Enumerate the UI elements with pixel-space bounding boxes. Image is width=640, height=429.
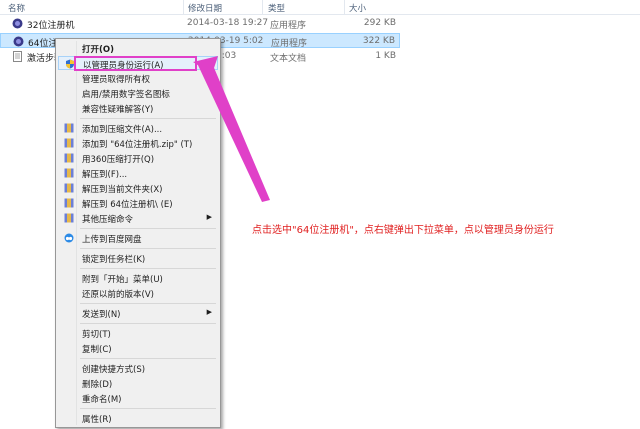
- annotation-text: 点击选中"64位注册机"，点右键弹出下拉菜单，点以管理员身份运行: [252, 225, 554, 236]
- annotation-arrow-icon: [193, 56, 270, 202]
